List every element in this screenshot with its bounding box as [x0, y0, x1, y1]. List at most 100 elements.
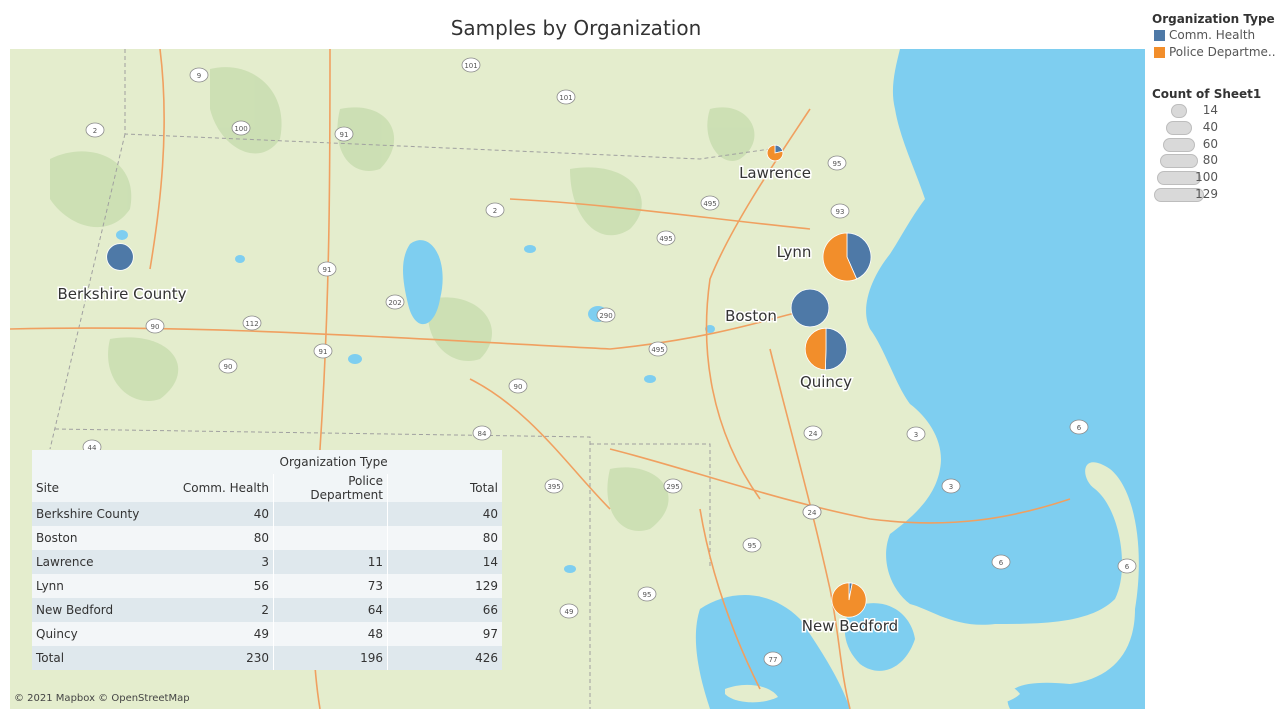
table-cell: Boston	[32, 526, 175, 550]
road-shield: 91	[313, 343, 333, 359]
svg-text:112: 112	[245, 320, 258, 328]
table-cell: 56	[175, 574, 274, 598]
road-shield: 101	[461, 57, 481, 73]
svg-text:95: 95	[748, 542, 757, 550]
pie-slice-police[interactable]	[831, 582, 867, 618]
table-cell: Berkshire County	[32, 502, 175, 526]
table-cell	[273, 502, 388, 526]
svg-text:6: 6	[1125, 563, 1130, 571]
road-shield: 6	[991, 554, 1011, 570]
column-header[interactable]: Police Department	[273, 474, 388, 502]
road-shield: 24	[803, 425, 823, 441]
road-shield: 395	[544, 478, 564, 494]
table-cell: Quincy	[32, 622, 175, 646]
table-cell	[273, 526, 388, 550]
table-cell: 64	[273, 598, 388, 622]
size-label: 129	[1195, 187, 1218, 201]
table-row[interactable]: Quincy 49 48 97	[32, 622, 502, 646]
legend-item-label: Comm. Health	[1169, 28, 1256, 42]
road-shield: 49	[559, 603, 579, 619]
pie-slice-comm-health[interactable]	[790, 288, 830, 328]
group-header: Organization Type	[273, 450, 502, 474]
column-header[interactable]: Site	[32, 474, 175, 502]
road-shield: 202	[385, 294, 405, 310]
table-cell: 80	[387, 526, 502, 550]
road-shield: 95	[637, 586, 657, 602]
site-label: Lynn	[777, 243, 812, 261]
road-shield: 3	[906, 426, 926, 442]
table-cell: 426	[387, 646, 502, 670]
road-shield: 3	[941, 478, 961, 494]
road-shield: 95	[827, 155, 847, 171]
table-row[interactable]: Lawrence 3 11 14	[32, 550, 502, 574]
road-shield: 495	[700, 195, 720, 211]
table-group-header-row: Organization Type	[32, 450, 502, 474]
size-label: 100	[1195, 170, 1218, 184]
table-row[interactable]: New Bedford 2 64 66	[32, 598, 502, 622]
size-label: 60	[1202, 137, 1218, 151]
legend-item-comm-health[interactable]: Comm. Health	[1154, 28, 1255, 42]
pie-slice-comm-health[interactable]	[106, 243, 134, 271]
svg-text:90: 90	[514, 383, 523, 391]
police-swatch	[1154, 46, 1165, 58]
svg-text:202: 202	[388, 299, 401, 307]
svg-text:77: 77	[769, 656, 778, 664]
size-label: 40	[1202, 120, 1218, 134]
road-shield: 77	[763, 651, 783, 667]
svg-text:295: 295	[666, 483, 679, 491]
svg-text:91: 91	[319, 348, 328, 356]
svg-text:101: 101	[559, 94, 572, 102]
svg-text:3: 3	[914, 431, 918, 439]
svg-text:100: 100	[234, 125, 247, 133]
site-label: Berkshire County	[57, 285, 186, 303]
table-cell: 40	[175, 502, 274, 526]
table-cell: 129	[387, 574, 502, 598]
table-total-row[interactable]: Total 230 196 426	[32, 646, 502, 670]
column-header[interactable]: Total	[387, 474, 502, 502]
summary-table: Organization Type Site Comm. Health Poli…	[32, 450, 502, 670]
svg-text:91: 91	[323, 266, 332, 274]
table-cell: 40	[387, 502, 502, 526]
table-cell: Lynn	[32, 574, 175, 598]
size-legend-row: 100	[1154, 170, 1274, 187]
road-shield: 9	[189, 67, 209, 83]
table-row[interactable]: Berkshire County 40 40	[32, 502, 502, 526]
site-label: Lawrence	[739, 164, 811, 182]
table-cell: 80	[175, 526, 274, 550]
map-attribution: © 2021 Mapbox © OpenStreetMap	[14, 693, 190, 704]
size-legend-row: 14	[1154, 103, 1274, 120]
table-cell: 73	[273, 574, 388, 598]
road-shield: 290	[596, 307, 616, 323]
size-legend-row: 80	[1154, 153, 1274, 170]
road-shield: 24	[802, 504, 822, 520]
table-cell: 230	[175, 646, 274, 670]
svg-text:9: 9	[197, 72, 201, 80]
svg-text:95: 95	[833, 160, 842, 168]
table-cell: 48	[273, 622, 388, 646]
svg-text:2: 2	[93, 127, 97, 135]
table-row[interactable]: Lynn 56 73 129	[32, 574, 502, 598]
table-header-row: Site Comm. Health Police Department Tota…	[32, 474, 502, 502]
road-shield: 90	[218, 358, 238, 374]
table-row[interactable]: Boston 80 80	[32, 526, 502, 550]
road-shield: 6	[1117, 558, 1137, 574]
svg-text:95: 95	[643, 591, 652, 599]
table-cell: 97	[387, 622, 502, 646]
svg-text:90: 90	[224, 363, 233, 371]
svg-text:91: 91	[340, 131, 349, 139]
road-shield: 495	[656, 230, 676, 246]
column-header[interactable]: Comm. Health	[175, 474, 274, 502]
color-legend-title: Organization Type	[1152, 12, 1275, 26]
svg-text:49: 49	[565, 608, 574, 616]
svg-text:101: 101	[464, 62, 477, 70]
map-title: Samples by Organization	[450, 16, 702, 40]
site-label: New Bedford	[802, 617, 898, 635]
svg-text:84: 84	[478, 430, 487, 438]
table-cell: 49	[175, 622, 274, 646]
legend-item-police[interactable]: Police Departme..	[1154, 45, 1276, 59]
road-shield: 90	[145, 318, 165, 334]
table-cell: Total	[32, 646, 175, 670]
road-shield: 90	[508, 378, 528, 394]
road-shield: 101	[556, 89, 576, 105]
svg-text:24: 24	[809, 430, 818, 438]
